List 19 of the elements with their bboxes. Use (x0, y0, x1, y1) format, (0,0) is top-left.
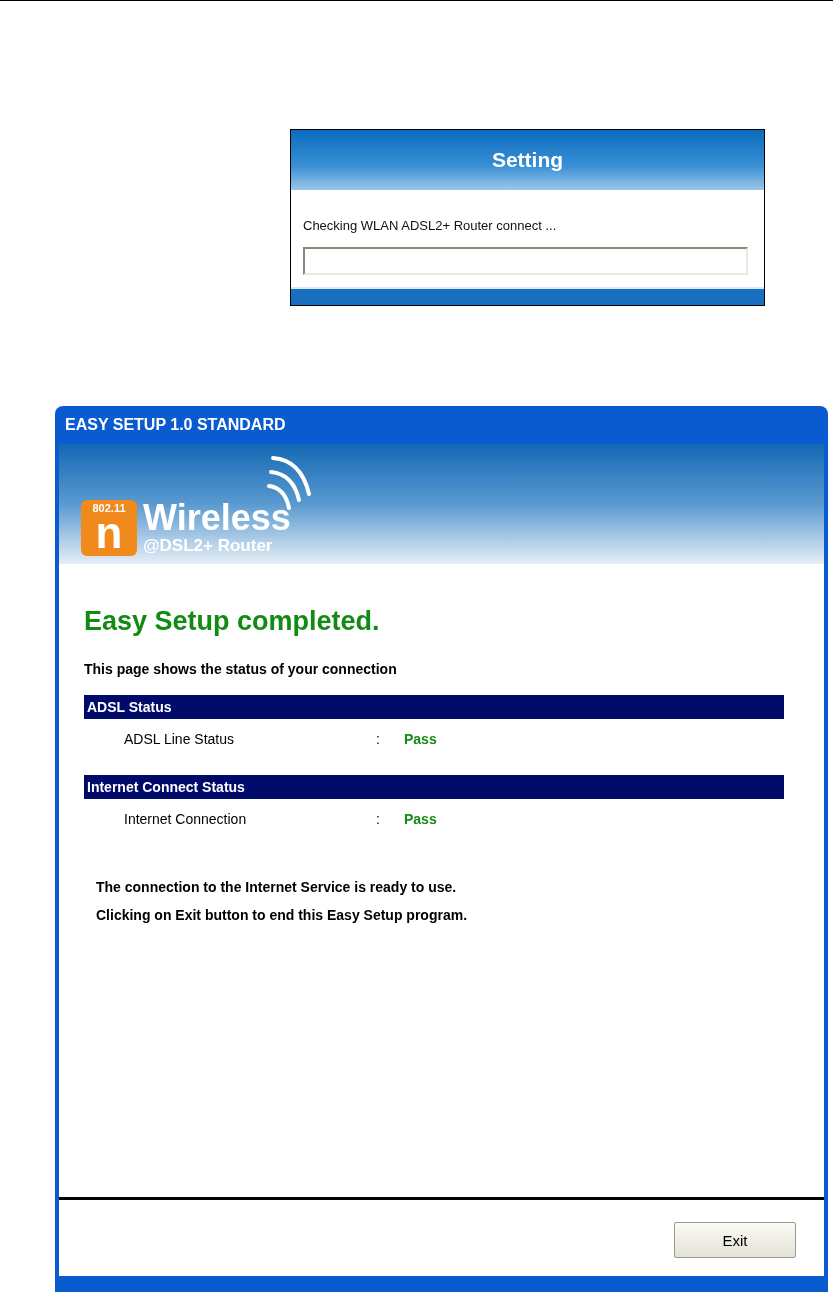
completion-heading: Easy Setup completed. (84, 606, 381, 637)
window-title: EASY SETUP 1.0 STANDARD (65, 416, 286, 434)
status-value: Pass (404, 811, 437, 827)
info-message: The connection to the Internet Service is ready to use. (96, 879, 458, 895)
exit-button[interactable]: Exit (674, 1222, 796, 1258)
separator: : (376, 731, 381, 747)
separator: : (376, 811, 381, 827)
status-label: ADSL Line Status (124, 731, 235, 747)
status-label: Internet Connection (124, 811, 248, 827)
logo-name: Wireless (143, 500, 291, 536)
intro-text: This page shows the status of your connection (84, 661, 398, 677)
status-message: Checking WLAN ADSL2+ Router connect ... (303, 218, 558, 233)
logo-badge: 802.11 n (81, 500, 137, 556)
status-value: Pass (404, 731, 437, 747)
logo-subtitle: @DSL2+ Router (143, 536, 274, 556)
section-header: Internet Connect Status (84, 775, 784, 799)
section-header: ADSL Status (84, 695, 784, 719)
info-message: Clicking on Exit button to end this Easy Setup program. (96, 907, 469, 923)
dialog-title: Setting (491, 148, 564, 172)
